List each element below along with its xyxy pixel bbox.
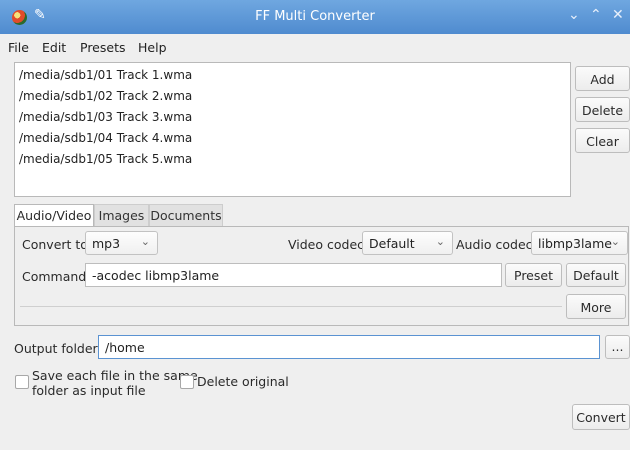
output-folder-input[interactable]: /home xyxy=(98,335,600,359)
convert-to-select[interactable]: mp3 ⌄ xyxy=(85,231,158,255)
menu-help[interactable]: Help xyxy=(138,40,167,55)
chevron-down-icon: ⌄ xyxy=(140,235,150,248)
audio-codec-select[interactable]: libmp3lame ⌄ xyxy=(531,231,628,255)
delete-original-checkbox[interactable] xyxy=(180,375,194,389)
title-bar[interactable]: ✎ FF Multi Converter ⌄ ⌃ ✕ xyxy=(0,0,630,34)
list-item[interactable]: /media/sdb1/01 Track 1.wma xyxy=(19,68,192,82)
convert-button[interactable]: Convert xyxy=(572,404,630,430)
menu-presets[interactable]: Presets xyxy=(80,40,126,55)
save-same-folder-label-line1: Save each file in the same xyxy=(32,368,198,383)
save-same-folder-checkbox[interactable] xyxy=(15,375,29,389)
save-same-folder-label-line2: folder as input file xyxy=(32,383,146,398)
maximize-icon[interactable]: ⌃ xyxy=(590,7,602,23)
chevron-down-icon: ⌄ xyxy=(610,235,620,248)
audio-codec-label: Audio codec: xyxy=(456,237,537,252)
chevron-down-icon: ⌄ xyxy=(435,235,445,248)
list-item[interactable]: /media/sdb1/03 Track 3.wma xyxy=(19,110,192,124)
convert-to-label: Convert to: xyxy=(22,237,93,252)
tab-images[interactable]: Images xyxy=(94,204,149,226)
delete-button[interactable]: Delete xyxy=(575,97,630,122)
close-icon[interactable]: ✕ xyxy=(612,7,624,23)
audio-codec-value: libmp3lame xyxy=(538,236,612,251)
menu-file[interactable]: File xyxy=(8,40,29,55)
divider xyxy=(20,306,562,307)
command-input[interactable]: -acodec libmp3lame xyxy=(85,263,502,287)
video-codec-value: Default xyxy=(369,236,415,251)
list-item[interactable]: /media/sdb1/05 Track 5.wma xyxy=(19,152,192,166)
output-folder-label: Output folder: xyxy=(14,341,102,356)
menu-edit[interactable]: Edit xyxy=(42,40,66,55)
video-codec-select[interactable]: Default ⌄ xyxy=(362,231,453,255)
command-label: Command: xyxy=(22,269,91,284)
list-item[interactable]: /media/sdb1/02 Track 2.wma xyxy=(19,89,192,103)
video-codec-label: Video codec: xyxy=(288,237,369,252)
convert-to-value: mp3 xyxy=(92,236,121,251)
window-title: FF Multi Converter xyxy=(255,9,375,24)
more-button[interactable]: More xyxy=(566,294,626,319)
preset-button[interactable]: Preset xyxy=(505,263,562,287)
list-item[interactable]: /media/sdb1/04 Track 4.wma xyxy=(19,131,192,145)
browse-button[interactable]: ... xyxy=(605,335,630,359)
default-button[interactable]: Default xyxy=(566,263,626,287)
minimize-icon[interactable]: ⌄ xyxy=(568,7,580,23)
clear-button[interactable]: Clear xyxy=(575,128,630,153)
tab-audio-video[interactable]: Audio/Video xyxy=(14,204,94,226)
delete-original-label: Delete original xyxy=(197,374,289,389)
tab-documents[interactable]: Documents xyxy=(149,204,223,226)
file-list[interactable]: /media/sdb1/01 Track 1.wma /media/sdb1/0… xyxy=(14,62,571,197)
menu-bar: File Edit Presets Help xyxy=(0,34,630,60)
add-button[interactable]: Add xyxy=(575,66,630,91)
